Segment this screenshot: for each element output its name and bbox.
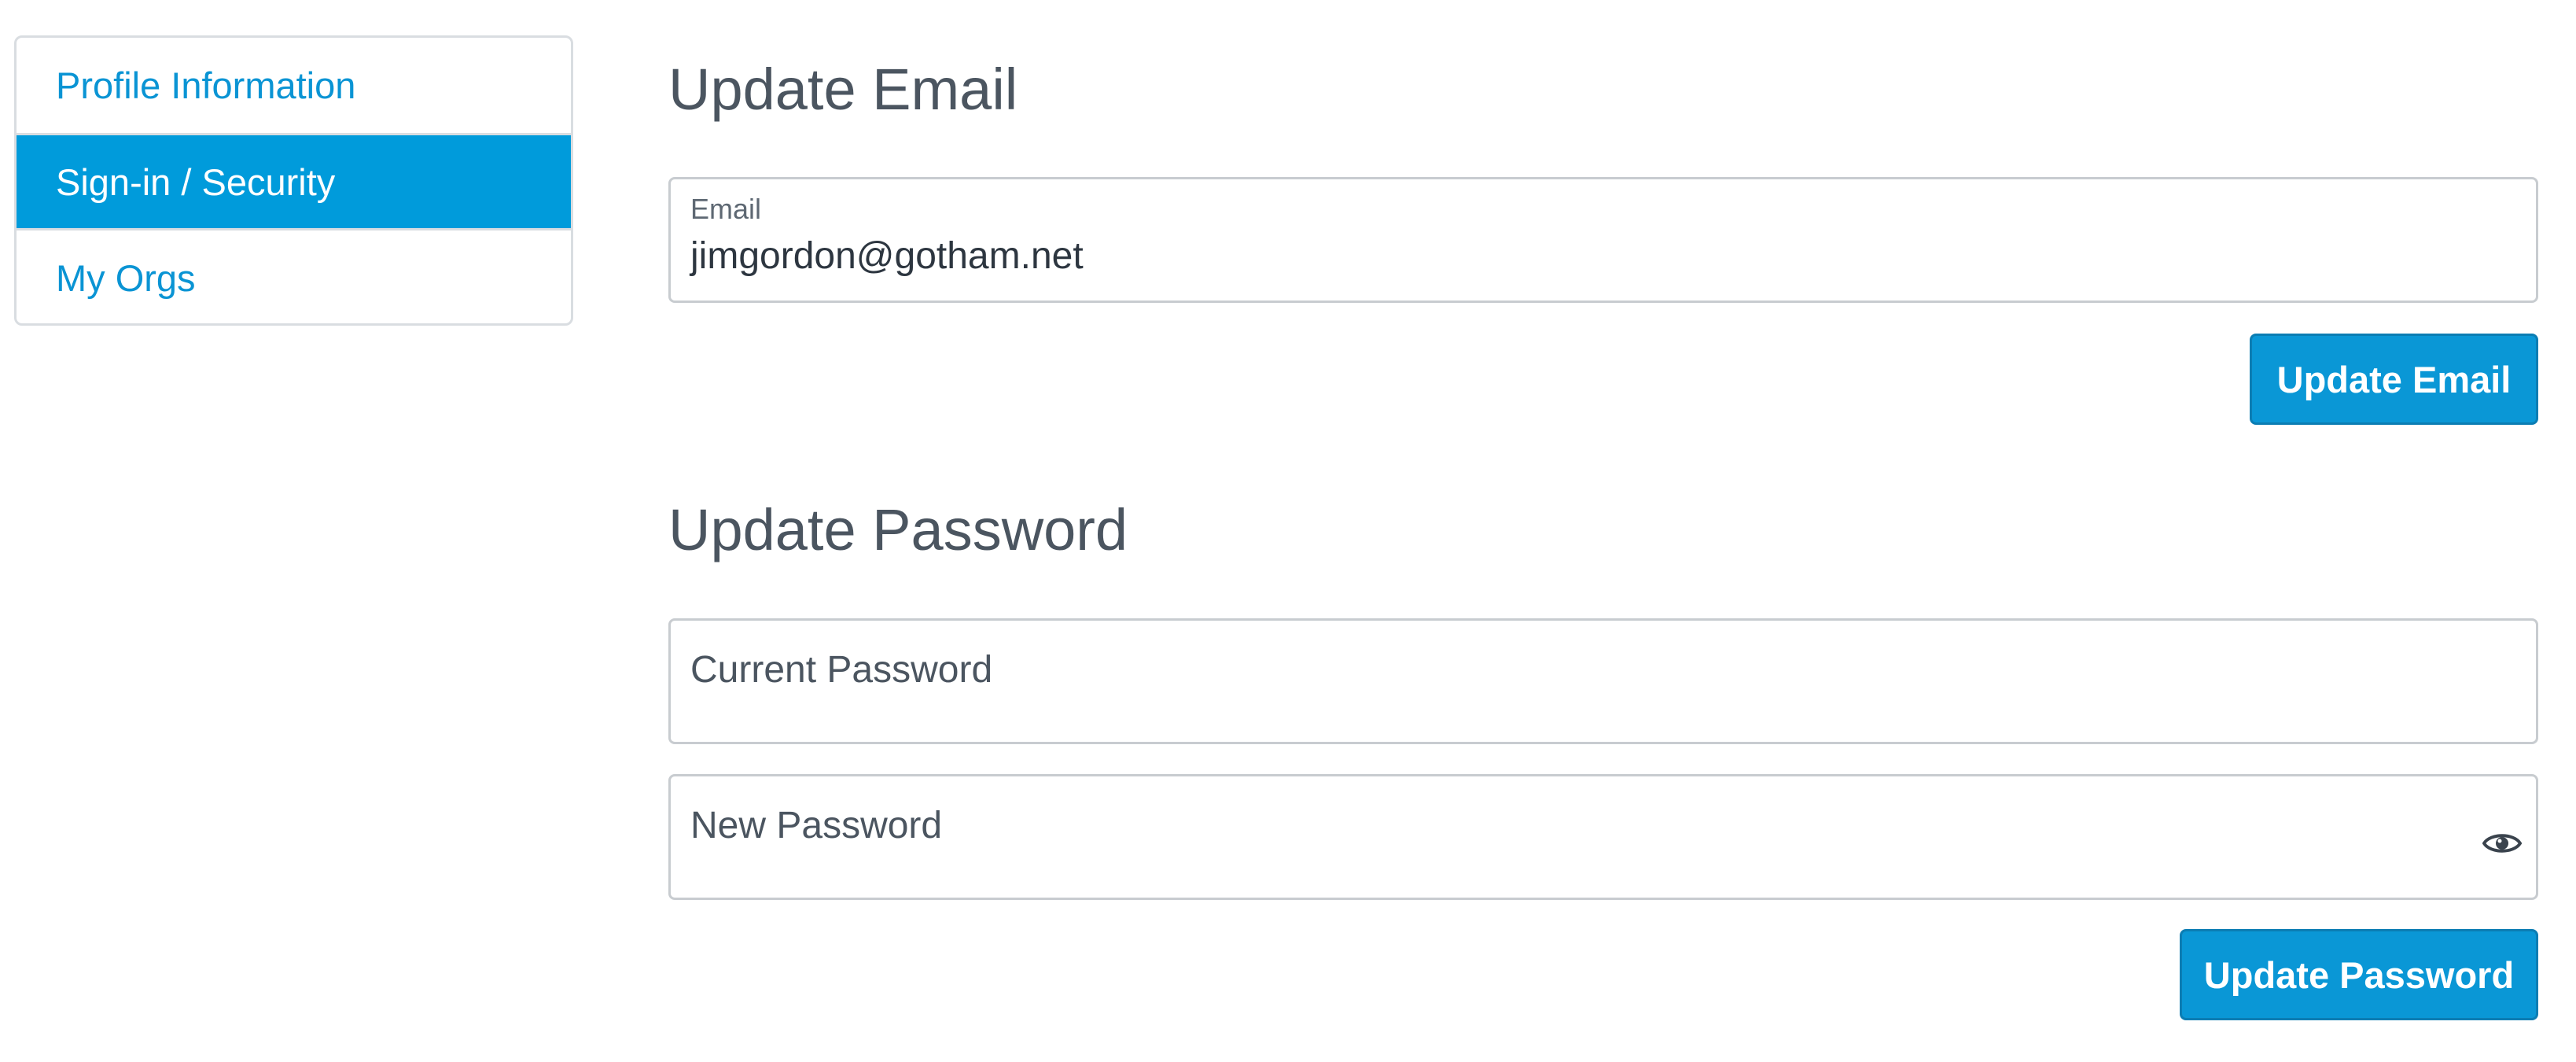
email-field-value[interactable]: jimgordon@gotham.net — [690, 234, 1084, 278]
new-password-placeholder: New Password — [690, 805, 943, 846]
email-field[interactable]: Email jimgordon@gotham.net — [668, 177, 2538, 303]
sidebar-item-label: Sign-in / Security — [56, 160, 336, 203]
update-password-title: Update Password — [668, 497, 1128, 562]
sidebar-item-my-orgs[interactable]: My Orgs — [17, 230, 571, 323]
current-password-field[interactable]: Current Password — [668, 618, 2538, 744]
update-email-button[interactable]: Update Email — [2250, 334, 2538, 425]
update-email-title: Update Email — [668, 57, 1018, 122]
update-password-button-label: Update Password — [2203, 953, 2515, 996]
eye-icon[interactable] — [2482, 830, 2522, 857]
sidebar-item-profile-information[interactable]: Profile Information — [17, 38, 571, 133]
sidebar-item-label: Profile Information — [56, 65, 356, 106]
sidebar-item-sign-in-security[interactable]: Sign-in / Security — [17, 133, 571, 230]
update-email-button-label: Update Email — [2276, 358, 2512, 400]
settings-sidebar: Profile Information Sign-in / Security M… — [14, 35, 573, 326]
update-password-button[interactable]: Update Password — [2180, 929, 2538, 1020]
current-password-placeholder: Current Password — [690, 649, 993, 691]
email-field-label: Email — [690, 193, 762, 225]
sidebar-item-label: My Orgs — [56, 257, 196, 299]
new-password-field[interactable]: New Password — [668, 774, 2538, 900]
